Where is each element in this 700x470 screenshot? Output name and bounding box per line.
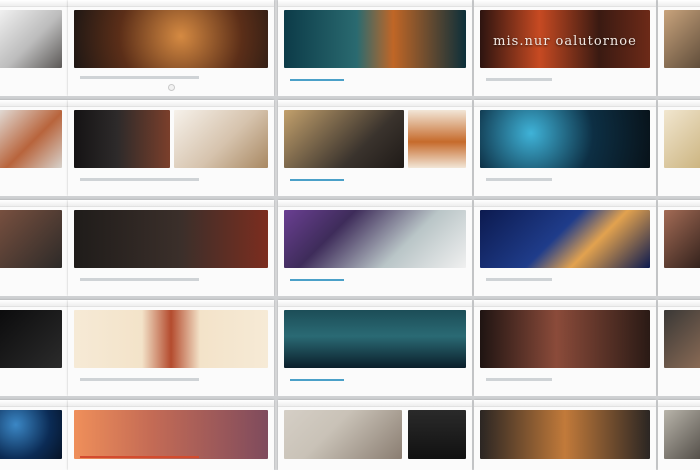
screenshot-preview-image: [480, 310, 650, 368]
screenshot-card[interactable]: [0, 200, 68, 296]
text-line: [486, 278, 552, 281]
screenshot-card[interactable]: [0, 400, 68, 470]
screenshot-preview-image: [664, 10, 700, 68]
screenshot-card[interactable]: [658, 400, 700, 470]
screenshot-preview-image: [284, 410, 402, 459]
screenshot-card[interactable]: [658, 0, 700, 96]
screenshot-preview-image: [408, 110, 466, 168]
text-line: [80, 378, 200, 381]
screenshot-preview-image: [480, 110, 650, 168]
screenshot-preview-image: mis.nur oalutornoe: [480, 10, 650, 68]
screenshot-preview-image: [664, 410, 700, 459]
accent-rule: [80, 456, 200, 458]
screenshot-card[interactable]: [68, 100, 274, 196]
screenshot-card[interactable]: [278, 100, 472, 196]
text-line: [486, 78, 552, 81]
screenshot-preview-image: [0, 310, 62, 368]
screenshot-preview-image: [284, 10, 466, 68]
screenshot-preview-image: [664, 110, 700, 168]
screenshot-card[interactable]: [278, 0, 472, 96]
screenshot-card[interactable]: mis.nur oalutornoe: [474, 0, 656, 96]
screenshot-preview-image: [0, 410, 62, 459]
screenshot-card[interactable]: [474, 100, 656, 196]
screenshot-card[interactable]: [0, 0, 68, 96]
screenshot-preview-image: [74, 10, 268, 68]
screenshot-card[interactable]: [68, 200, 274, 296]
progress-bar: [290, 179, 345, 181]
screenshot-preview-image: [664, 210, 700, 268]
screenshot-card[interactable]: [278, 200, 472, 296]
screenshot-preview-image: [480, 210, 650, 268]
screenshot-preview-image: [284, 210, 466, 268]
screenshot-card[interactable]: [658, 100, 700, 196]
screenshot-preview-image: [74, 410, 268, 459]
screenshot-card[interactable]: [658, 300, 700, 396]
screenshot-preview-image: [74, 310, 268, 368]
screenshot-preview-image: [284, 310, 466, 368]
text-line: [80, 178, 200, 181]
text-line: [486, 178, 552, 181]
text-line: [80, 278, 200, 281]
screenshot-preview-image: [0, 10, 62, 68]
screenshot-card[interactable]: [0, 300, 68, 396]
screenshot-preview-image: [74, 210, 268, 268]
screenshot-preview-image: [480, 410, 650, 459]
screenshot-preview-image: [0, 110, 62, 168]
screenshot-card[interactable]: [474, 300, 656, 396]
screenshot-preview-image: [284, 110, 404, 168]
screenshot-card[interactable]: [68, 300, 274, 396]
screenshot-preview-image: [174, 110, 268, 168]
progress-bar: [290, 279, 345, 281]
screenshot-card[interactable]: [0, 100, 68, 196]
pagination-dot[interactable]: [168, 84, 175, 91]
screenshot-preview-image: [408, 410, 466, 459]
screenshot-card[interactable]: [474, 400, 656, 470]
screenshot-preview-image: [74, 110, 170, 168]
hero-title: mis.nur oalutornoe: [493, 34, 637, 50]
screenshot-card[interactable]: [474, 200, 656, 296]
progress-bar: [290, 79, 345, 81]
screenshot-card[interactable]: [658, 200, 700, 296]
screenshot-preview-image: [664, 310, 700, 368]
text-line: [80, 76, 200, 79]
screenshot-card[interactable]: [278, 400, 472, 470]
screenshot-card[interactable]: [68, 400, 274, 470]
progress-bar: [290, 379, 345, 381]
text-line: [486, 378, 552, 381]
screenshot-card[interactable]: [68, 0, 274, 96]
screenshot-mosaic: mis.nur oalutornoe: [0, 0, 700, 470]
screenshot-card[interactable]: [278, 300, 472, 396]
screenshot-preview-image: [0, 210, 62, 268]
